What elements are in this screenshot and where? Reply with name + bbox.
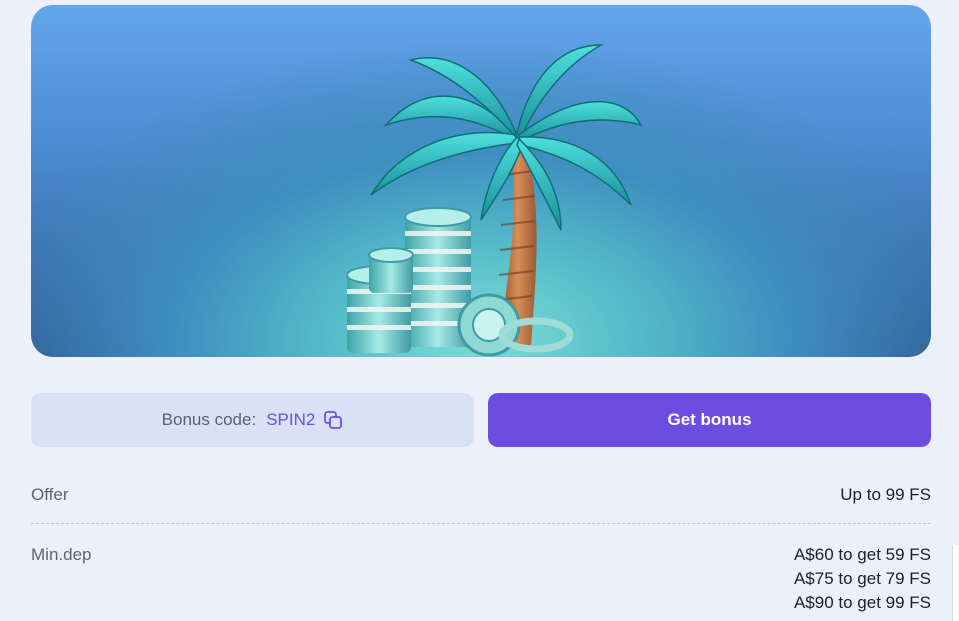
side-panel-edge [952,545,959,621]
details-divider [31,523,931,524]
offer-value: Up to 99 FS [840,485,931,504]
min-dep-value: A$60 to get 59 FS [793,545,931,564]
copy-icon[interactable] [323,410,343,430]
bonus-code-value: SPIN2 [266,410,316,429]
palm-tree-illustration [346,44,643,357]
min-dep-value: A$75 to get 79 FS [793,569,931,588]
min-dep-values: A$60 to get 59 FS A$75 to get 79 FS A$90… [794,543,931,615]
get-bonus-button[interactable]: Get bonus [488,393,931,447]
bonus-code-label: Bonus code: [161,410,257,429]
min-dep-value: A$90 to get 99 FS [793,593,931,612]
offer-label: Offer [31,485,69,504]
bonus-code-box[interactable]: Bonus code: SPIN2 [31,393,474,447]
bonus-banner [31,5,931,357]
min-dep-label: Min.dep [31,545,92,564]
